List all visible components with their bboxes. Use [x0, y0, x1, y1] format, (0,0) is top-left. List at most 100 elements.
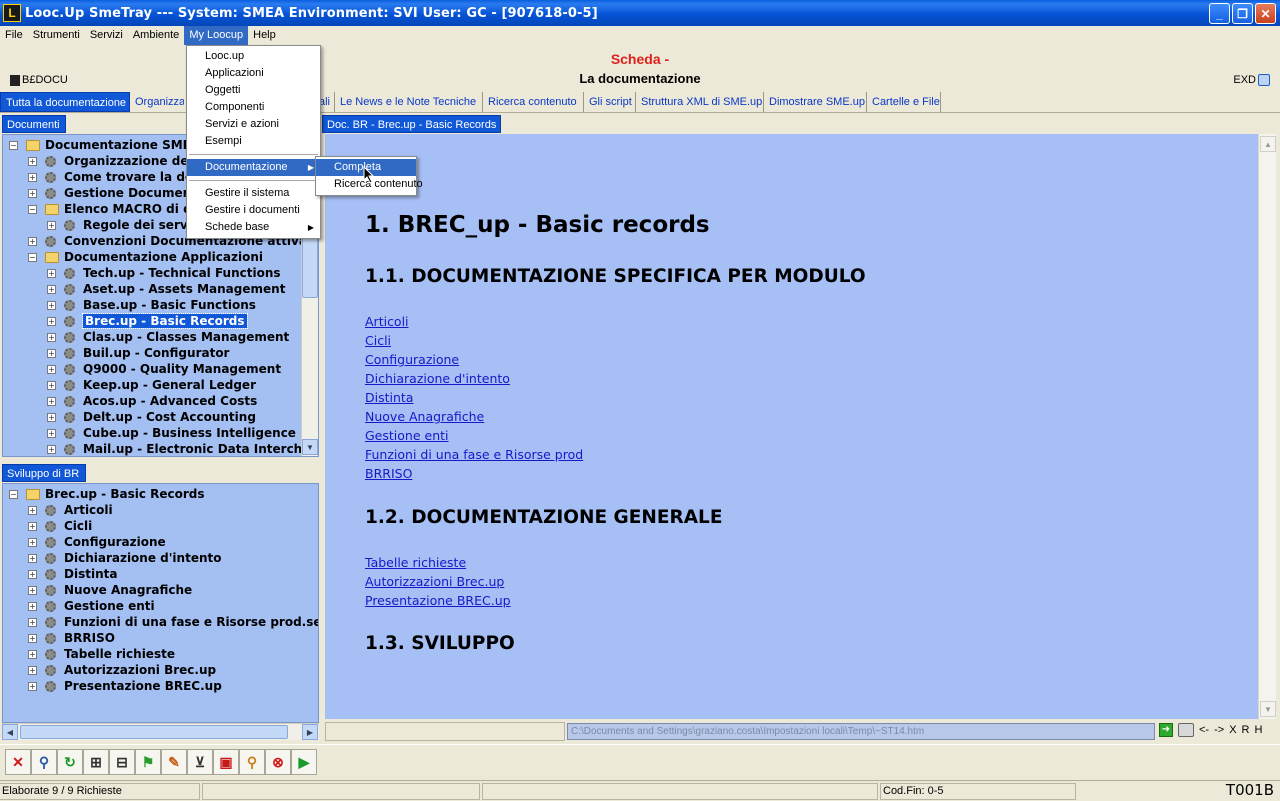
- expand-icon[interactable]: +: [47, 348, 56, 358]
- expand-icon[interactable]: +: [47, 444, 56, 454]
- documenti-panel-tab[interactable]: Documenti: [2, 115, 66, 133]
- tree-item[interactable]: + Gestione Documentaz: [28, 185, 212, 201]
- tree-item[interactable]: + Gestione enti: [28, 598, 155, 614]
- print-icon[interactable]: [1178, 723, 1194, 737]
- image-icon[interactable]: ▣: [213, 749, 239, 775]
- expand-icon[interactable]: +: [47, 220, 56, 230]
- tab-ricerca-contenuto[interactable]: Ricerca contenuto: [483, 92, 584, 112]
- tree-item[interactable]: − Documentazione Applicazioni: [28, 249, 263, 265]
- tree-item[interactable]: + Presentazione BREC.up: [28, 678, 222, 694]
- search-icon[interactable]: ⚲: [31, 749, 57, 775]
- doc-link[interactable]: Nuove Anagrafiche: [365, 409, 484, 424]
- content-vscrollbar[interactable]: ▲ ▼: [1258, 134, 1276, 719]
- expand-icon[interactable]: +: [47, 316, 56, 326]
- exd-code[interactable]: EXD: [1233, 74, 1270, 86]
- expand-icon[interactable]: +: [28, 188, 37, 198]
- tree-item[interactable]: + Mail.up - Electronic Data Interchange: [47, 441, 318, 456]
- tree-item[interactable]: − Documentazione SME.up: [9, 137, 213, 153]
- doc-link[interactable]: Tabelle richieste: [365, 555, 466, 570]
- tree-item[interactable]: + Acos.up - Advanced Costs: [47, 393, 257, 409]
- expand-icon[interactable]: +: [47, 300, 56, 310]
- close-red-icon[interactable]: ✕: [5, 749, 31, 775]
- stop-icon[interactable]: ⊗: [265, 749, 291, 775]
- scroll-down-icon[interactable]: ▼: [302, 439, 318, 455]
- tab-cartelle-e-file[interactable]: Cartelle e File: [867, 92, 941, 112]
- expand-icon[interactable]: +: [28, 585, 37, 595]
- doc-link[interactable]: Configurazione: [365, 352, 459, 367]
- scroll-up-icon[interactable]: ▲: [1260, 136, 1276, 152]
- expand-icon[interactable]: +: [28, 681, 37, 691]
- expand-icon[interactable]: +: [28, 553, 37, 563]
- tree-item[interactable]: − Elenco MACRO di doc: [28, 201, 207, 217]
- scroll-left-icon[interactable]: ◀: [2, 724, 18, 740]
- menu-item-schede-base[interactable]: Schede base ▶: [187, 219, 320, 236]
- tab-gli-script[interactable]: Gli script: [584, 92, 636, 112]
- flag-icon[interactable]: ⚑: [135, 749, 161, 775]
- menu-strumenti[interactable]: Strumenti: [28, 26, 85, 45]
- nav-back-button[interactable]: <-: [1199, 724, 1209, 736]
- menu-item-oggetti[interactable]: Oggetti: [187, 82, 320, 99]
- tree-item[interactable]: + Base.up - Basic Functions: [47, 297, 256, 313]
- tree-item[interactable]: + Come trovare la docu: [28, 169, 209, 185]
- tree-item[interactable]: + Distinta: [28, 566, 117, 582]
- tree-item[interactable]: + Buil.up - Configurator: [47, 345, 229, 361]
- refresh-icon[interactable]: ↻: [57, 749, 83, 775]
- tree-item[interactable]: + Nuove Anagrafiche: [28, 582, 192, 598]
- tree-icon[interactable]: ⊞: [83, 749, 109, 775]
- expand-icon[interactable]: +: [28, 537, 37, 547]
- cart-icon[interactable]: ⊻: [187, 749, 213, 775]
- expand-icon[interactable]: +: [28, 521, 37, 531]
- menu-item-looc-up[interactable]: Looc.up: [187, 48, 320, 65]
- menu-item-documentazione[interactable]: Documentazione ▶: [187, 159, 320, 176]
- menu-item-applicazioni[interactable]: Applicazioni: [187, 65, 320, 82]
- menu-help[interactable]: Help: [248, 26, 281, 45]
- collapse-icon[interactable]: −: [9, 489, 18, 499]
- magnifier-icon[interactable]: ⚲: [239, 749, 265, 775]
- expand-icon[interactable]: +: [47, 380, 56, 390]
- tree-item[interactable]: + Dichiarazione d'intento: [28, 550, 221, 566]
- expand-icon[interactable]: +: [28, 569, 37, 579]
- expand-icon[interactable]: +: [47, 428, 56, 438]
- expand-icon[interactable]: +: [47, 332, 56, 342]
- edit-icon[interactable]: ✎: [161, 749, 187, 775]
- tree-item[interactable]: + Q9000 - Quality Management: [47, 361, 281, 377]
- tab-news-note-tecniche[interactable]: Le News e le Note Tecniche: [335, 92, 483, 112]
- expand-icon[interactable]: +: [28, 236, 37, 246]
- tree-item[interactable]: + Aset.up - Assets Management: [47, 281, 285, 297]
- tree-item[interactable]: + Clas.up - Classes Management: [47, 329, 289, 345]
- doc-tab-brec[interactable]: Doc. BR - Brec.up - Basic Records: [322, 115, 502, 133]
- doc-link[interactable]: Articoli: [365, 314, 409, 329]
- tree-item[interactable]: + Autorizzazioni Brec.up: [28, 662, 216, 678]
- tab-organizzazione[interactable]: Organizzazione: [130, 92, 184, 112]
- menu-ambiente[interactable]: Ambiente: [128, 26, 184, 45]
- tree-item[interactable]: + Regole dei servizi: [47, 217, 203, 233]
- address-field[interactable]: C:\Documents and Settings\graziano.costa…: [567, 723, 1155, 740]
- dev-tree-hscrollbar[interactable]: ◀ ▶: [2, 723, 319, 740]
- menu-item-gestire-documenti[interactable]: Gestire i documenti: [187, 202, 320, 219]
- doc-link[interactable]: Distinta: [365, 390, 413, 405]
- close-button[interactable]: ✕: [1255, 3, 1276, 24]
- nav-stop-button[interactable]: X: [1229, 724, 1236, 736]
- expand-icon[interactable]: +: [28, 633, 37, 643]
- menu-servizi[interactable]: Servizi: [85, 26, 128, 45]
- menu-item-esempi[interactable]: Esempi: [187, 133, 320, 150]
- tree-item[interactable]: + Cicli: [28, 518, 92, 534]
- go-arrow-icon[interactable]: ➜: [1159, 723, 1173, 737]
- doc-link[interactable]: Cicli: [365, 333, 391, 348]
- expand-icon[interactable]: +: [28, 601, 37, 611]
- tree-item[interactable]: − Brec.up - Basic Records: [9, 486, 205, 502]
- menu-file[interactable]: File: [0, 26, 28, 45]
- tree-item[interactable]: + Brec.up - Basic Records: [47, 313, 248, 329]
- nav-forward-button[interactable]: ->: [1214, 724, 1224, 736]
- play-icon[interactable]: ▶: [291, 749, 317, 775]
- scroll-down-icon[interactable]: ▼: [1260, 701, 1276, 717]
- nav-home-button[interactable]: H: [1254, 724, 1262, 736]
- expand-icon[interactable]: +: [47, 284, 56, 294]
- menu-item-gestire-sistema[interactable]: Gestire il sistema: [187, 185, 320, 202]
- collapse-icon[interactable]: −: [9, 140, 18, 150]
- tab-dimostrare-smeup[interactable]: Dimostrare SME.up: [764, 92, 867, 112]
- doc-link[interactable]: Autorizzazioni Brec.up: [365, 574, 504, 589]
- doc-link[interactable]: Gestione enti: [365, 428, 448, 443]
- doc-link[interactable]: Presentazione BREC.up: [365, 593, 511, 608]
- nav-refresh-button[interactable]: R: [1242, 724, 1250, 736]
